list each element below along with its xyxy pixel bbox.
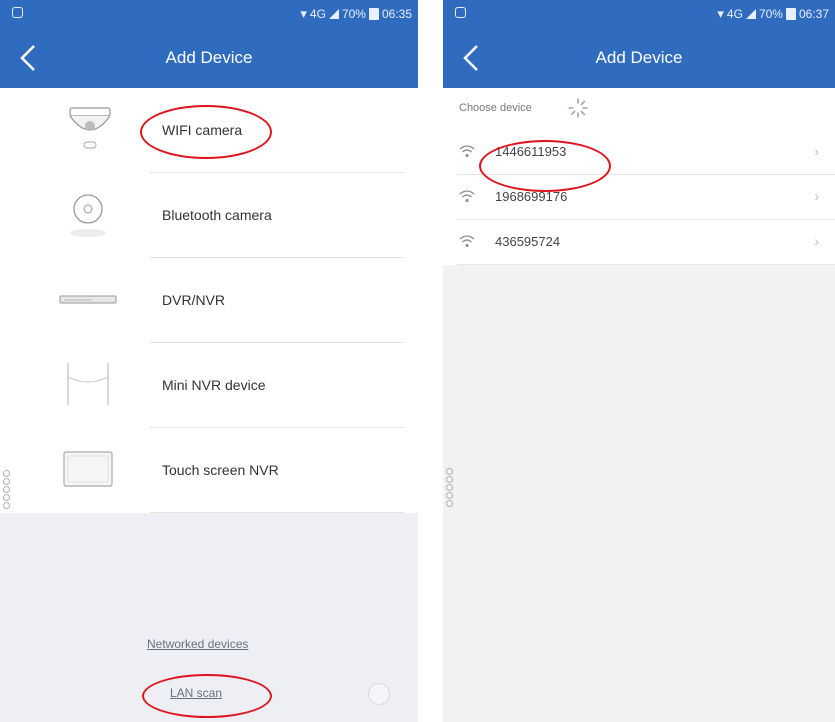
- device-type-label: Bluetooth camera: [162, 207, 272, 223]
- chevron-right-icon: ›: [814, 233, 819, 249]
- device-type-item-wifi-camera[interactable]: WIFI camera: [0, 88, 418, 173]
- device-type-list: WIFI camera Bluetooth camera DVR/NVR Min…: [0, 88, 418, 513]
- phone-screen-add-device-types: ▾ 4G 70% 06:35 Add Device WIFI camera Bl…: [0, 0, 418, 722]
- device-type-item-bluetooth-camera[interactable]: Bluetooth camera: [0, 173, 418, 258]
- device-type-item-touch-screen-nvr[interactable]: Touch screen NVR: [0, 428, 418, 513]
- status-bar: ▾ 4G 70% 06:37: [443, 0, 835, 26]
- side-handle-icon[interactable]: [446, 468, 454, 508]
- loading-spinner-icon: [568, 98, 588, 118]
- lan-scan-link[interactable]: LAN scan: [170, 686, 222, 700]
- dvr-box-icon: [59, 295, 117, 304]
- side-handle-icon[interactable]: [3, 470, 11, 510]
- phone-screen-choose-device: ▾ 4G 70% 06:37 Add Device Choose device: [443, 0, 835, 722]
- battery-icon: [785, 8, 796, 20]
- network-type: 4G: [726, 7, 743, 21]
- page-title: Add Device: [165, 48, 253, 67]
- nav-bar: Add Device: [443, 26, 835, 88]
- clock: 06:37: [798, 7, 829, 21]
- device-id: 1968699176: [495, 189, 568, 204]
- device-id: 1446611953: [495, 144, 567, 159]
- floating-button[interactable]: [368, 683, 390, 705]
- discovered-device-list: 1446611953 › 1968699176 › 436595724 ›: [443, 130, 835, 265]
- wifi-icon: [459, 190, 475, 202]
- bottom-panel: Networked devices LAN scan: [0, 513, 418, 722]
- touch-screen-icon: [63, 451, 113, 487]
- device-type-label: Touch screen NVR: [162, 462, 279, 478]
- device-type-label: Mini NVR device: [162, 377, 266, 393]
- clock: 06:35: [381, 7, 412, 21]
- wifi-icon: [459, 145, 475, 157]
- cell-signal-icon: [745, 9, 756, 19]
- device-id: 436595724: [495, 234, 561, 249]
- notification-icon: [455, 7, 466, 18]
- battery-percent: 70%: [341, 7, 366, 21]
- mini-nvr-icon: [67, 363, 109, 405]
- wifi-icon: [459, 235, 475, 247]
- choose-device-header: Choose device: [443, 88, 835, 130]
- nav-bar: Add Device: [0, 26, 418, 88]
- chevron-right-icon: ›: [814, 143, 819, 159]
- device-type-label: WIFI camera: [162, 122, 243, 138]
- device-type-item-mini-nvr[interactable]: Mini NVR device: [0, 343, 418, 428]
- networked-devices-link[interactable]: Networked devices: [147, 637, 248, 651]
- page-title: Add Device: [595, 48, 683, 67]
- notification-icon: [12, 7, 23, 18]
- wifi-signal-icon: ▾: [300, 6, 307, 21]
- round-camera-icon: [70, 194, 106, 237]
- network-type: 4G: [309, 7, 326, 21]
- device-type-item-dvr-nvr[interactable]: DVR/NVR: [0, 258, 418, 343]
- status-bar: ▾ 4G 70% 06:35: [0, 0, 418, 26]
- battery-percent: 70%: [758, 7, 783, 21]
- battery-icon: [368, 8, 379, 20]
- wifi-signal-icon: ▾: [717, 6, 724, 21]
- discovered-device-item[interactable]: 436595724 ›: [443, 220, 835, 265]
- dome-camera-icon: [69, 107, 111, 149]
- discovered-device-item[interactable]: 1446611953 ›: [443, 130, 835, 175]
- device-type-label: DVR/NVR: [162, 292, 226, 308]
- cell-signal-icon: [328, 9, 339, 19]
- discovered-device-item[interactable]: 1968699176 ›: [443, 175, 835, 220]
- chevron-right-icon: ›: [814, 188, 819, 204]
- choose-device-label: Choose device: [459, 102, 532, 114]
